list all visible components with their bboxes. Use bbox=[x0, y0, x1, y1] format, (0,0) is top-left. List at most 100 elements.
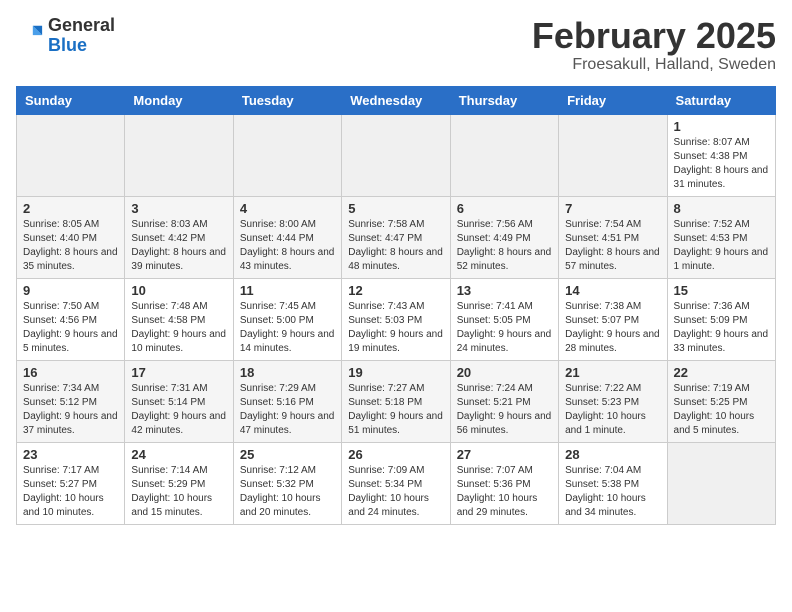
day-info: Sunrise: 7:19 AM Sunset: 5:25 PM Dayligh… bbox=[674, 382, 769, 438]
day-info: Sunrise: 7:41 AM Sunset: 5:05 PM Dayligh… bbox=[457, 300, 552, 356]
calendar-cell: 8 Sunrise: 7:52 AM Sunset: 4:53 PM Daylig… bbox=[667, 196, 775, 278]
month-title: February 2025 bbox=[532, 16, 776, 56]
day-info: Sunrise: 8:00 AM Sunset: 4:44 PM Dayligh… bbox=[240, 218, 335, 274]
weekday-header-thursday: Thursday bbox=[450, 86, 558, 114]
day-number: 26 bbox=[348, 447, 443, 462]
calendar-cell: 27Sunrise: 7:07 AM Sunset: 5:36 PM Dayli… bbox=[450, 442, 558, 524]
calendar-cell: 22 Sunrise: 7:19 AM Sunset: 5:25 PM Dayli… bbox=[667, 360, 775, 442]
location: Froesakull, Halland, Sweden bbox=[532, 56, 776, 74]
day-number: 28 bbox=[565, 447, 660, 462]
calendar-cell bbox=[450, 114, 558, 196]
day-number: 11 bbox=[240, 283, 335, 298]
calendar-cell: 18Sunrise: 7:29 AM Sunset: 5:16 PM Dayli… bbox=[233, 360, 341, 442]
weekday-header-row: SundayMondayTuesdayWednesdayThursdayFrid… bbox=[17, 86, 776, 114]
day-info: Sunrise: 7:52 AM Sunset: 4:53 PM Dayligh… bbox=[674, 218, 769, 274]
calendar-cell bbox=[559, 114, 667, 196]
day-info: Sunrise: 8:07 AM Sunset: 4:38 PM Dayligh… bbox=[674, 136, 769, 192]
day-info: Sunrise: 7:22 AM Sunset: 5:23 PM Dayligh… bbox=[565, 382, 660, 438]
day-info: Sunrise: 7:48 AM Sunset: 4:58 PM Dayligh… bbox=[131, 300, 226, 356]
calendar-cell bbox=[233, 114, 341, 196]
day-info: Sunrise: 7:14 AM Sunset: 5:29 PM Dayligh… bbox=[131, 464, 226, 520]
calendar-cell: 23 Sunrise: 7:17 AM Sunset: 5:27 PM Dayli… bbox=[17, 442, 125, 524]
calendar-cell: 11Sunrise: 7:45 AM Sunset: 5:00 PM Dayli… bbox=[233, 278, 341, 360]
day-number: 21 bbox=[565, 365, 660, 380]
day-number: 23 bbox=[23, 447, 118, 462]
day-info: Sunrise: 7:58 AM Sunset: 4:47 PM Dayligh… bbox=[348, 218, 443, 274]
day-number: 14 bbox=[565, 283, 660, 298]
day-info: Sunrise: 7:31 AM Sunset: 5:14 PM Dayligh… bbox=[131, 382, 226, 438]
logo: General Blue bbox=[16, 16, 115, 56]
day-number: 19 bbox=[348, 365, 443, 380]
day-info: Sunrise: 7:54 AM Sunset: 4:51 PM Dayligh… bbox=[565, 218, 660, 274]
day-number: 4 bbox=[240, 201, 335, 216]
logo-blue: Blue bbox=[48, 36, 115, 56]
day-number: 6 bbox=[457, 201, 552, 216]
day-info: Sunrise: 7:34 AM Sunset: 5:12 PM Dayligh… bbox=[23, 382, 118, 438]
day-number: 13 bbox=[457, 283, 552, 298]
day-number: 7 bbox=[565, 201, 660, 216]
weekday-header-monday: Monday bbox=[125, 86, 233, 114]
calendar-cell: 24 Sunrise: 7:14 AM Sunset: 5:29 PM Dayli… bbox=[125, 442, 233, 524]
weekday-header-friday: Friday bbox=[559, 86, 667, 114]
day-number: 10 bbox=[131, 283, 226, 298]
calendar-cell: 6 Sunrise: 7:56 AM Sunset: 4:49 PM Daylig… bbox=[450, 196, 558, 278]
day-info: Sunrise: 7:17 AM Sunset: 5:27 PM Dayligh… bbox=[23, 464, 118, 520]
logo-text: General Blue bbox=[48, 16, 115, 56]
calendar-cell: 17 Sunrise: 7:31 AM Sunset: 5:14 PM Dayli… bbox=[125, 360, 233, 442]
day-info: Sunrise: 7:56 AM Sunset: 4:49 PM Dayligh… bbox=[457, 218, 552, 274]
day-info: Sunrise: 7:29 AM Sunset: 5:16 PM Dayligh… bbox=[240, 382, 335, 438]
calendar-cell: 20Sunrise: 7:24 AM Sunset: 5:21 PM Dayli… bbox=[450, 360, 558, 442]
day-info: Sunrise: 7:43 AM Sunset: 5:03 PM Dayligh… bbox=[348, 300, 443, 356]
calendar-week-row: 16 Sunrise: 7:34 AM Sunset: 5:12 PM Dayli… bbox=[17, 360, 776, 442]
day-number: 20 bbox=[457, 365, 552, 380]
weekday-header-saturday: Saturday bbox=[667, 86, 775, 114]
day-info: Sunrise: 7:27 AM Sunset: 5:18 PM Dayligh… bbox=[348, 382, 443, 438]
logo-icon bbox=[16, 22, 44, 50]
day-number: 5 bbox=[348, 201, 443, 216]
calendar-cell: 13 Sunrise: 7:41 AM Sunset: 5:05 PM Dayli… bbox=[450, 278, 558, 360]
day-info: Sunrise: 7:38 AM Sunset: 5:07 PM Dayligh… bbox=[565, 300, 660, 356]
day-info: Sunrise: 7:50 AM Sunset: 4:56 PM Dayligh… bbox=[23, 300, 118, 356]
calendar-cell: 16 Sunrise: 7:34 AM Sunset: 5:12 PM Dayli… bbox=[17, 360, 125, 442]
day-info: Sunrise: 7:12 AM Sunset: 5:32 PM Dayligh… bbox=[240, 464, 335, 520]
day-number: 2 bbox=[23, 201, 118, 216]
calendar-cell: 3Sunrise: 8:03 AM Sunset: 4:42 PM Daylig… bbox=[125, 196, 233, 278]
day-info: Sunrise: 7:04 AM Sunset: 5:38 PM Dayligh… bbox=[565, 464, 660, 520]
calendar-cell: 14 Sunrise: 7:38 AM Sunset: 5:07 PM Dayli… bbox=[559, 278, 667, 360]
day-number: 15 bbox=[674, 283, 769, 298]
day-number: 8 bbox=[674, 201, 769, 216]
calendar-cell: 19 Sunrise: 7:27 AM Sunset: 5:18 PM Dayli… bbox=[342, 360, 450, 442]
weekday-header-sunday: Sunday bbox=[17, 86, 125, 114]
calendar-table: SundayMondayTuesdayWednesdayThursdayFrid… bbox=[16, 86, 776, 525]
calendar-cell: 15Sunrise: 7:36 AM Sunset: 5:09 PM Dayli… bbox=[667, 278, 775, 360]
calendar-cell: 1 Sunrise: 8:07 AM Sunset: 4:38 PM Daylig… bbox=[667, 114, 775, 196]
day-number: 16 bbox=[23, 365, 118, 380]
calendar-cell: 2 Sunrise: 8:05 AM Sunset: 4:40 PM Daylig… bbox=[17, 196, 125, 278]
day-info: Sunrise: 7:07 AM Sunset: 5:36 PM Dayligh… bbox=[457, 464, 552, 520]
calendar-cell bbox=[125, 114, 233, 196]
calendar-cell: 21 Sunrise: 7:22 AM Sunset: 5:23 PM Dayli… bbox=[559, 360, 667, 442]
calendar-week-row: 1 Sunrise: 8:07 AM Sunset: 4:38 PM Daylig… bbox=[17, 114, 776, 196]
calendar-cell: 28 Sunrise: 7:04 AM Sunset: 5:38 PM Dayli… bbox=[559, 442, 667, 524]
day-number: 1 bbox=[674, 119, 769, 134]
day-number: 17 bbox=[131, 365, 226, 380]
title-block: February 2025 Froesakull, Halland, Swede… bbox=[532, 16, 776, 74]
day-number: 24 bbox=[131, 447, 226, 462]
calendar-cell: 4 Sunrise: 8:00 AM Sunset: 4:44 PM Daylig… bbox=[233, 196, 341, 278]
day-number: 25 bbox=[240, 447, 335, 462]
calendar-cell: 7 Sunrise: 7:54 AM Sunset: 4:51 PM Daylig… bbox=[559, 196, 667, 278]
page-header: General Blue February 2025 Froesakull, H… bbox=[16, 16, 776, 74]
calendar-cell bbox=[342, 114, 450, 196]
calendar-week-row: 9 Sunrise: 7:50 AM Sunset: 4:56 PM Daylig… bbox=[17, 278, 776, 360]
day-number: 12 bbox=[348, 283, 443, 298]
calendar-cell bbox=[667, 442, 775, 524]
calendar-cell: 25 Sunrise: 7:12 AM Sunset: 5:32 PM Dayli… bbox=[233, 442, 341, 524]
weekday-header-tuesday: Tuesday bbox=[233, 86, 341, 114]
day-number: 22 bbox=[674, 365, 769, 380]
day-number: 9 bbox=[23, 283, 118, 298]
day-number: 3 bbox=[131, 201, 226, 216]
weekday-header-wednesday: Wednesday bbox=[342, 86, 450, 114]
logo-general: General bbox=[48, 16, 115, 36]
day-info: Sunrise: 8:05 AM Sunset: 4:40 PM Dayligh… bbox=[23, 218, 118, 274]
calendar-cell: 9 Sunrise: 7:50 AM Sunset: 4:56 PM Daylig… bbox=[17, 278, 125, 360]
